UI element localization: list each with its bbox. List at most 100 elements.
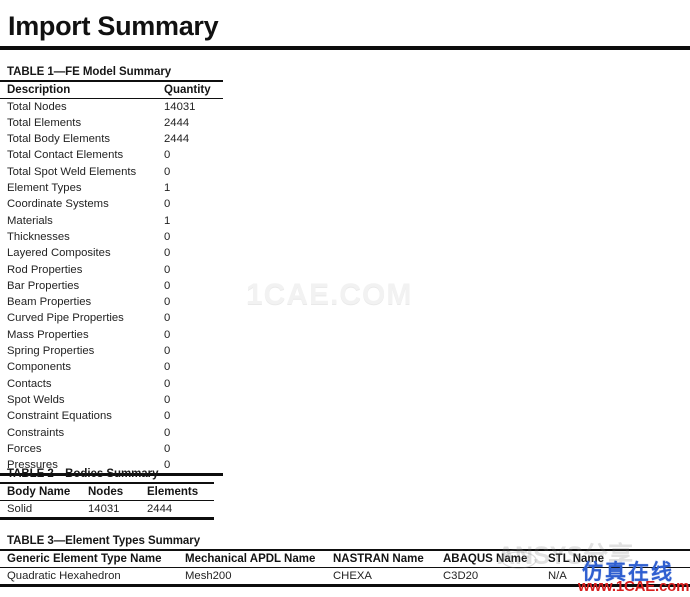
table-cell: Constraints xyxy=(7,426,65,439)
table-cell: 0 xyxy=(164,263,171,276)
bodies-summary-table: TABLE 2—Bodies Summary Body Name Nodes E… xyxy=(0,468,214,520)
table-cell: Curved Pipe Properties xyxy=(7,312,124,325)
table-cell: Quadratic Hexahedron xyxy=(7,569,121,582)
table-cell: 0 xyxy=(164,361,171,374)
table-cell: Mesh200 xyxy=(185,569,232,582)
table-cell: 14031 xyxy=(88,502,120,515)
table-cell: 0 xyxy=(164,442,171,455)
table-cell: 0 xyxy=(164,247,171,260)
table-cell: 0 xyxy=(164,328,171,341)
table-cell: Spring Properties xyxy=(7,345,95,358)
center-watermark: 1CAE.COM xyxy=(246,278,413,311)
table-cell: 1 xyxy=(164,214,171,227)
table-cell: Constraint Equations xyxy=(7,410,112,423)
table-2-body: Solid 14031 2444 xyxy=(0,501,214,517)
table-row: Bar Properties 0 xyxy=(0,278,223,294)
table-row: Constraints 0 xyxy=(0,425,223,441)
element-types-summary-table: TABLE 3—Element Types Summary Generic El… xyxy=(0,535,690,587)
table-cell: 0 xyxy=(164,296,171,309)
table-3-col-nastran-name: NASTRAN Name xyxy=(333,552,424,565)
table-cell: Contacts xyxy=(7,377,52,390)
table-2-col-body-name: Body Name xyxy=(7,485,71,498)
table-1-caption: TABLE 1—FE Model Summary xyxy=(7,66,172,78)
table-cell: 0 xyxy=(164,312,171,325)
table-cell: 0 xyxy=(164,377,171,390)
table-3-col-stl-name: STL Name xyxy=(548,552,605,565)
title-divider xyxy=(0,46,690,50)
table-row: Contacts 0 xyxy=(0,376,223,392)
table-2-col-elements: Elements xyxy=(147,485,199,498)
table-cell: 0 xyxy=(164,230,171,243)
table-row: Total Body Elements 2444 xyxy=(0,131,223,147)
table-row: Total Elements 2444 xyxy=(0,115,223,131)
table-row: Components 0 xyxy=(0,359,223,375)
table-cell: Beam Properties xyxy=(7,296,92,309)
table-cell: Total Elements xyxy=(7,116,82,129)
table-row: Quadratic Hexahedron Mesh200 CHEXA C3D20 N/A xyxy=(0,568,690,584)
table-3-header-row: Generic Element Type Name Mechanical APD… xyxy=(0,551,690,567)
table-row: Spot Welds 0 xyxy=(0,392,223,408)
table-cell: Solid xyxy=(7,502,33,515)
table-cell: 0 xyxy=(164,165,171,178)
table-cell: 0 xyxy=(164,393,171,406)
table-1-header-row: Description Quantity xyxy=(0,82,223,98)
table-cell: Layered Composites xyxy=(7,247,111,260)
table-cell: Total Spot Weld Elements xyxy=(7,165,137,178)
table-2-col-nodes: Nodes xyxy=(88,485,124,498)
table-cell: 2444 xyxy=(147,502,173,515)
table-cell: Bar Properties xyxy=(7,279,80,292)
table-row: Curved Pipe Properties 0 xyxy=(0,310,223,326)
table-cell: 0 xyxy=(164,426,171,439)
table-cell: 0 xyxy=(164,149,171,162)
table-cell: N/A xyxy=(548,569,567,582)
table-cell: 0 xyxy=(164,345,171,358)
table-row: Thicknesses 0 xyxy=(0,229,223,245)
table-row: Spring Properties 0 xyxy=(0,343,223,359)
table-row: Solid 14031 2444 xyxy=(0,501,214,517)
table-row: Total Contact Elements 0 xyxy=(0,147,223,163)
table-row: Materials 1 xyxy=(0,213,223,229)
table-cell: Components xyxy=(7,361,72,374)
fe-model-summary-table: TABLE 1—FE Model Summary Description Qua… xyxy=(0,66,223,477)
table-3-col-abaqus-name: ABAQUS Name xyxy=(443,552,528,565)
table-3-bottom-rule xyxy=(0,583,690,587)
table-cell: 14031 xyxy=(164,100,196,113)
table-row: Total Nodes 14031 xyxy=(0,99,223,115)
table-cell: Total Contact Elements xyxy=(7,149,124,162)
table-cell: Materials xyxy=(7,214,53,227)
table-cell: Thicknesses xyxy=(7,230,70,243)
table-cell: Spot Welds xyxy=(7,393,65,406)
table-cell: Total Body Elements xyxy=(7,133,110,146)
table-1-col-quantity: Quantity xyxy=(164,83,211,96)
page-title: Import Summary xyxy=(8,11,219,41)
table-cell: Total Nodes xyxy=(7,100,67,113)
table-2-header-row: Body Name Nodes Elements xyxy=(0,484,214,500)
table-row: Element Types 1 xyxy=(0,180,223,196)
table-cell: CHEXA xyxy=(333,569,372,582)
table-cell: Element Types xyxy=(7,182,82,195)
table-1-body: Total Nodes 14031 Total Elements 2444 Total … xyxy=(0,99,223,474)
table-row: Constraint Equations 0 xyxy=(0,408,223,424)
table-cell: Mass Properties xyxy=(7,328,89,341)
table-1-grid: Description Quantity xyxy=(0,82,223,98)
table-cell: 0 xyxy=(164,198,171,211)
table-3-col-generic-name: Generic Element Type Name xyxy=(7,552,162,565)
table-cell: Rod Properties xyxy=(7,263,83,276)
table-2-caption: TABLE 2—Bodies Summary xyxy=(7,468,159,480)
table-row: Beam Properties 0 xyxy=(0,294,223,310)
table-cell: 0 xyxy=(164,410,171,423)
table-cell: Coordinate Systems xyxy=(7,198,109,211)
table-cell: 2444 xyxy=(164,133,190,146)
table-2-grid: Body Name Nodes Elements xyxy=(0,484,214,500)
table-cell: 2444 xyxy=(164,116,190,129)
table-cell: C3D20 xyxy=(443,569,479,582)
table-row: Mass Properties 0 xyxy=(0,327,223,343)
table-cell: Forces xyxy=(7,442,42,455)
table-row: Layered Composites 0 xyxy=(0,245,223,261)
table-3-col-apdl-name: Mechanical APDL Name xyxy=(185,552,316,565)
table-1-col-description: Description xyxy=(7,83,71,96)
table-cell: 0 xyxy=(164,279,171,292)
table-3-grid: Generic Element Type Name Mechanical APD… xyxy=(0,551,690,567)
table-row: Rod Properties 0 xyxy=(0,262,223,278)
table-row: Forces 0 xyxy=(0,441,223,457)
